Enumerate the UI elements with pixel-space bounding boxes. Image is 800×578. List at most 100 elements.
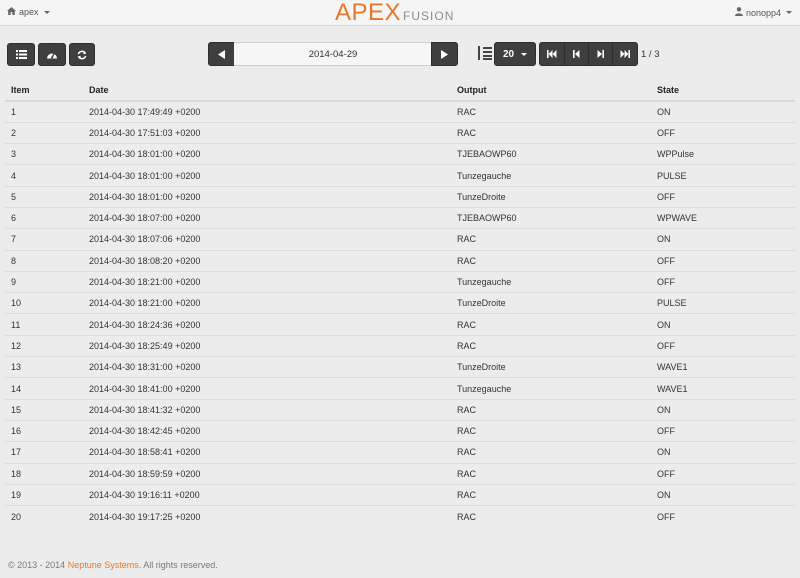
last-page-button[interactable]: [612, 42, 638, 66]
triangle-left-icon: [218, 49, 225, 59]
list-view-button[interactable]: [7, 43, 35, 66]
cell-state: OFF: [651, 419, 795, 442]
cell-item: 10: [5, 292, 83, 314]
apex-menu-dropdown[interactable]: apex: [7, 7, 50, 17]
cell-state: WAVE1: [651, 356, 795, 378]
cell-output: TunzeDroite: [451, 356, 651, 378]
first-page-button[interactable]: [539, 42, 565, 66]
table-row: 19 2014-04-30 19:16:11 +0200 RAC ON: [5, 483, 795, 506]
user-name: nonopp4: [745, 7, 781, 18]
cell-item: 15: [5, 398, 83, 421]
prev-page-icon: [573, 50, 580, 58]
cell-output: RAC: [451, 441, 651, 464]
cell-item: 16: [5, 419, 83, 442]
page-size-dropdown[interactable]: 20: [494, 42, 536, 66]
footer-rights: All rights reserved.: [143, 560, 218, 570]
cell-item: 6: [5, 206, 83, 229]
page-indicator: 1 / 3: [641, 49, 660, 60]
cell-item: 19: [5, 483, 83, 506]
chevron-down-icon: [786, 11, 792, 14]
next-page-icon: [597, 50, 604, 58]
triangle-right-icon: [441, 49, 448, 59]
table-row: 17 2014-04-30 18:58:41 +0200 RAC ON: [5, 441, 795, 464]
cell-date: 2014-04-30 18:21:00 +0200: [83, 270, 451, 293]
refresh-button[interactable]: [69, 43, 95, 66]
list-icon: [15, 50, 27, 59]
cell-output: Tunzegauche: [451, 270, 651, 293]
first-page-icon: [547, 50, 557, 58]
cell-date: 2014-04-30 18:41:00 +0200: [83, 377, 451, 400]
cell-date: 2014-04-30 18:01:00 +0200: [83, 185, 451, 208]
cell-output: TJEBAOWP60: [451, 206, 651, 229]
log-table: Item Date Output State 1 2014-04-30 17:49…: [5, 80, 795, 527]
cell-item: 20: [5, 505, 83, 527]
refresh-icon: [77, 50, 87, 60]
cell-date: 2014-04-30 18:01:00 +0200: [83, 164, 451, 187]
dashboard-view-button[interactable]: [38, 43, 66, 66]
cell-output: RAC: [451, 505, 651, 527]
cell-state: OFF: [651, 270, 795, 293]
cell-state: WPPulse: [651, 143, 795, 165]
cell-date: 2014-04-30 18:41:32 +0200: [83, 398, 451, 421]
cell-output: RAC: [451, 121, 651, 144]
footer-copyright: © 2013 - 2014: [8, 560, 66, 570]
table-row: 7 2014-04-30 18:07:06 +0200 RAC ON: [5, 228, 795, 251]
cell-item: 4: [5, 164, 83, 187]
table-row: 6 2014-04-30 18:07:00 +0200 TJEBAOWP60 WPWA…: [5, 206, 795, 229]
cell-item: 14: [5, 377, 83, 400]
cell-item: 1: [11, 106, 17, 117]
cell-state: ON: [651, 228, 795, 251]
home-icon: [7, 7, 16, 17]
table-row: 18 2014-04-30 18:59:59 +0200 RAC OFF: [5, 462, 795, 485]
cell-output: Tunzegauche: [451, 377, 651, 400]
cell-state: WAVE1: [651, 377, 795, 400]
cell-state: ON: [651, 398, 795, 421]
cell-state: OFF: [651, 249, 795, 272]
cell-output: RAC: [457, 106, 477, 117]
cell-item: 17: [5, 441, 83, 464]
cell-date: 2014-04-30 18:42:45 +0200: [83, 419, 451, 442]
cell-date: 2014-04-30 18:08:20 +0200: [83, 249, 451, 272]
cell-state: OFF: [651, 121, 795, 144]
page-size-value: 20: [502, 48, 515, 60]
next-date-button[interactable]: [431, 42, 458, 66]
cell-item: 5: [5, 185, 83, 208]
cell-output: RAC: [451, 483, 651, 506]
footer-brand-link[interactable]: Neptune Systems.: [68, 560, 142, 570]
table-header-row: Item Date Output State: [5, 80, 795, 102]
cell-date: 2014-04-30 19:16:11 +0200: [83, 483, 451, 506]
cell-state: OFF: [651, 185, 795, 208]
next-page-button[interactable]: [588, 42, 613, 66]
user-menu-dropdown[interactable]: nonopp4: [734, 7, 792, 18]
table-row: 15 2014-04-30 18:41:32 +0200 RAC ON: [5, 398, 795, 421]
top-navbar: apex APEX FUSION nonopp4: [0, 0, 800, 26]
dashboard-icon: [46, 50, 58, 59]
cell-output: RAC: [451, 462, 651, 485]
prev-date-button[interactable]: [208, 42, 235, 66]
cell-state: ON: [657, 106, 671, 117]
cell-date: 2014-04-30 18:07:00 +0200: [83, 206, 451, 229]
cell-output: TJEBAOWP60: [451, 143, 651, 165]
cell-output: RAC: [451, 249, 651, 272]
table-row: 2 2014-04-30 17:51:03 +0200 RAC OFF: [5, 121, 795, 144]
column-header-state: State: [651, 80, 795, 102]
chevron-down-icon: [43, 10, 50, 14]
cell-date: 2014-04-30 18:01:00 +0200: [83, 143, 451, 165]
table-row: 9 2014-04-30 18:21:00 +0200 Tunzegauche OFF: [5, 270, 795, 293]
cell-output: RAC: [451, 313, 651, 336]
cell-output: TunzeDroite: [451, 185, 651, 208]
prev-page-button[interactable]: [564, 42, 589, 66]
column-header-date: Date: [83, 80, 451, 102]
column-header-item: Item: [5, 80, 83, 102]
apex-menu-label: apex: [19, 7, 39, 17]
cell-date: 2014-04-30 18:07:06 +0200: [83, 228, 451, 251]
cell-output: RAC: [451, 228, 651, 251]
table-row: 1 2014-04-30 17:49:49 +0200 RAC ON: [5, 101, 795, 122]
cell-item: 11: [5, 313, 83, 336]
date-display[interactable]: 2014-04-29: [234, 42, 432, 66]
table-row: 12 2014-04-30 18:25:49 +0200 RAC OFF: [5, 334, 795, 357]
cell-state: OFF: [651, 505, 795, 527]
cell-date: 2014-04-30 17:51:03 +0200: [83, 121, 451, 144]
table-row: 5 2014-04-30 18:01:00 +0200 TunzeDroite OFF: [5, 185, 795, 208]
cell-date: 2014-04-30 18:59:59 +0200: [83, 462, 451, 485]
